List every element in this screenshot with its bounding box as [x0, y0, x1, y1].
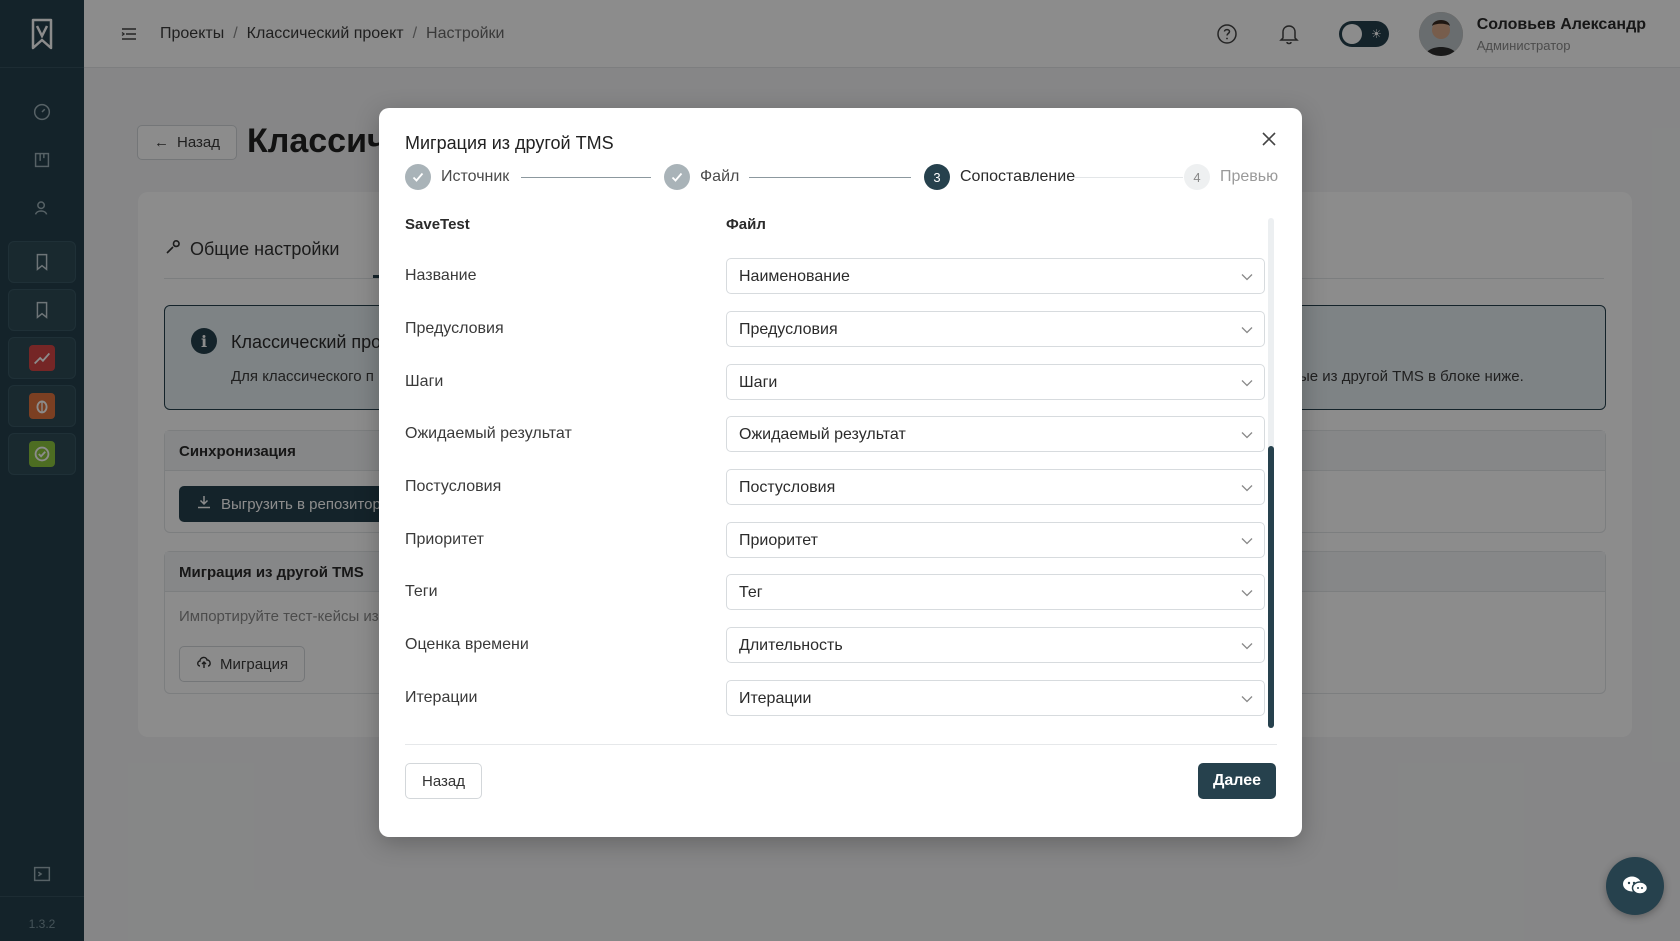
field-select[interactable]: Итерации [726, 680, 1265, 716]
mapping-row: Оценка времени Длительность [405, 627, 1265, 663]
select-value: Итерации [739, 690, 812, 707]
mapping-row: Шаги Шаги [405, 364, 1265, 400]
scrollbar-thumb[interactable] [1268, 446, 1274, 728]
mapping-row: Теги Тег [405, 574, 1265, 610]
field-select[interactable]: Ожидаемый результат [726, 416, 1265, 452]
select-value: Ожидаемый результат [739, 426, 906, 443]
column-header-savetest: SaveTest [405, 216, 470, 233]
mapping-row: Ожидаемый результат Ожидаемый результат [405, 416, 1265, 452]
chevron-down-icon [1241, 590, 1253, 597]
chevron-down-icon [1241, 327, 1253, 334]
mapping-row: Постусловия Постусловия [405, 469, 1265, 505]
chevron-down-icon [1241, 485, 1253, 492]
select-value: Длительность [739, 637, 843, 654]
field-label: Название [405, 267, 477, 284]
next-button[interactable]: Далее [1198, 763, 1276, 799]
migration-modal: Миграция из другой TMS Источник Файл 3 С… [379, 108, 1302, 837]
field-select[interactable]: Постусловия [726, 469, 1265, 505]
field-label: Теги [405, 583, 438, 600]
step-label: Файл [700, 168, 740, 185]
close-icon[interactable] [1258, 128, 1280, 150]
field-label: Оценка времени [405, 636, 529, 653]
field-label: Шаги [405, 373, 444, 390]
select-value: Приоритет [739, 532, 818, 549]
mapping-row: Название Наименование [405, 258, 1265, 294]
modal-title: Миграция из другой TMS [405, 133, 614, 153]
mapping-table: SaveTest Файл Название Наименование Пред… [405, 216, 1275, 741]
step-connector [1073, 177, 1183, 178]
field-label: Ожидаемый результат [405, 425, 572, 442]
step-mapping: 3 Сопоставление [924, 164, 1075, 190]
step-file: Файл [664, 164, 739, 190]
check-icon [664, 164, 690, 190]
modal-footer-divider [405, 744, 1277, 745]
field-select[interactable]: Тег [726, 574, 1265, 610]
select-value: Предусловия [739, 321, 838, 338]
chevron-down-icon [1241, 380, 1253, 387]
chat-icon [1623, 876, 1649, 895]
chevron-down-icon [1241, 432, 1253, 439]
field-label: Постусловия [405, 478, 502, 495]
step-connector [749, 177, 911, 178]
mapping-row: Предусловия Предусловия [405, 311, 1265, 347]
back-button[interactable]: Назад [405, 763, 482, 799]
field-select[interactable]: Предусловия [726, 311, 1265, 347]
field-label: Приоритет [405, 531, 484, 548]
chat-button[interactable] [1606, 857, 1664, 915]
select-value: Наименование [739, 268, 850, 285]
field-select[interactable]: Шаги [726, 364, 1265, 400]
step-preview: 4 Превью [1184, 164, 1278, 190]
field-label: Предусловия [405, 320, 504, 337]
chevron-down-icon [1241, 538, 1253, 545]
check-icon [405, 164, 431, 190]
mapping-row: Итерации Итерации [405, 680, 1265, 716]
step-source: Источник [405, 164, 509, 190]
step-number: 3 [924, 164, 950, 190]
field-select[interactable]: Длительность [726, 627, 1265, 663]
select-value: Тег [739, 584, 763, 601]
step-connector [521, 177, 651, 178]
field-select[interactable]: Наименование [726, 258, 1265, 294]
stepper: Источник Файл 3 Сопоставление 4 Превью [405, 164, 1278, 192]
step-label: Сопоставление [960, 168, 1076, 185]
mapping-row: Приоритет Приоритет [405, 522, 1265, 558]
step-number: 4 [1184, 164, 1210, 190]
column-header-file: Файл [726, 216, 766, 233]
chevron-down-icon [1241, 696, 1253, 703]
field-select[interactable]: Приоритет [726, 522, 1265, 558]
chevron-down-icon [1241, 643, 1253, 650]
step-label: Источник [441, 168, 510, 185]
step-label: Превью [1220, 168, 1279, 185]
select-value: Шаги [739, 374, 778, 391]
chevron-down-icon [1241, 274, 1253, 281]
select-value: Постусловия [739, 479, 836, 496]
field-label: Итерации [405, 689, 478, 706]
